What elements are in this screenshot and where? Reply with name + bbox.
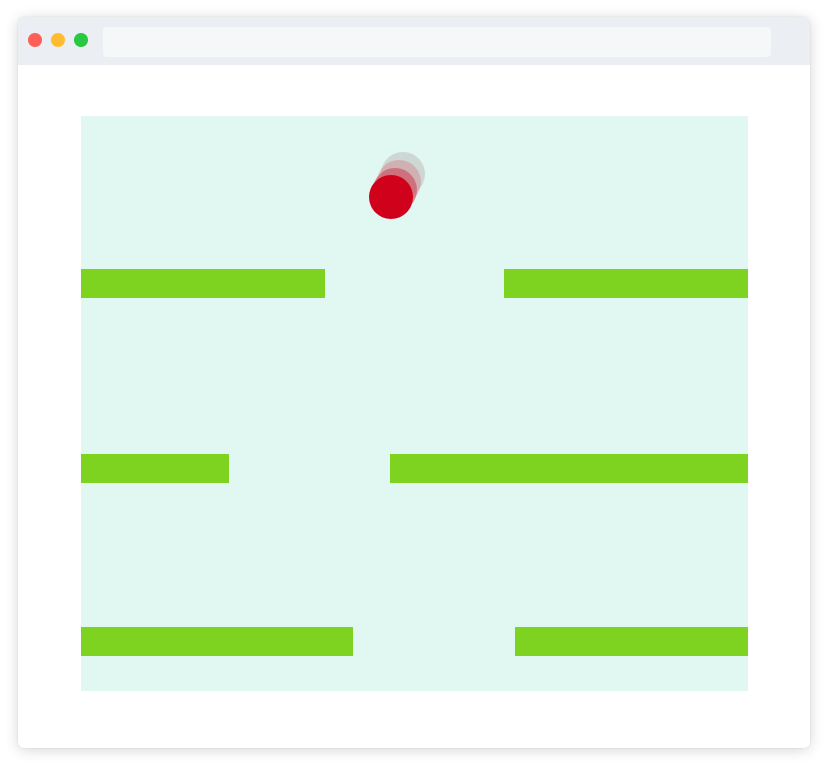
title-bar bbox=[18, 17, 810, 65]
platform-row1-right bbox=[504, 269, 748, 298]
platform-row2-right bbox=[390, 454, 748, 483]
game-canvas[interactable] bbox=[81, 116, 748, 691]
maximize-window-button[interactable] bbox=[74, 33, 88, 47]
platform-row3-right bbox=[515, 627, 748, 656]
close-window-button[interactable] bbox=[28, 33, 42, 47]
minimize-window-button[interactable] bbox=[51, 33, 65, 47]
player-ball bbox=[369, 175, 413, 219]
platform-row3-left bbox=[81, 627, 353, 656]
platform-row2-left bbox=[81, 454, 229, 483]
browser-window bbox=[18, 17, 810, 748]
platform-row1-left bbox=[81, 269, 325, 298]
address-bar[interactable] bbox=[103, 27, 771, 57]
